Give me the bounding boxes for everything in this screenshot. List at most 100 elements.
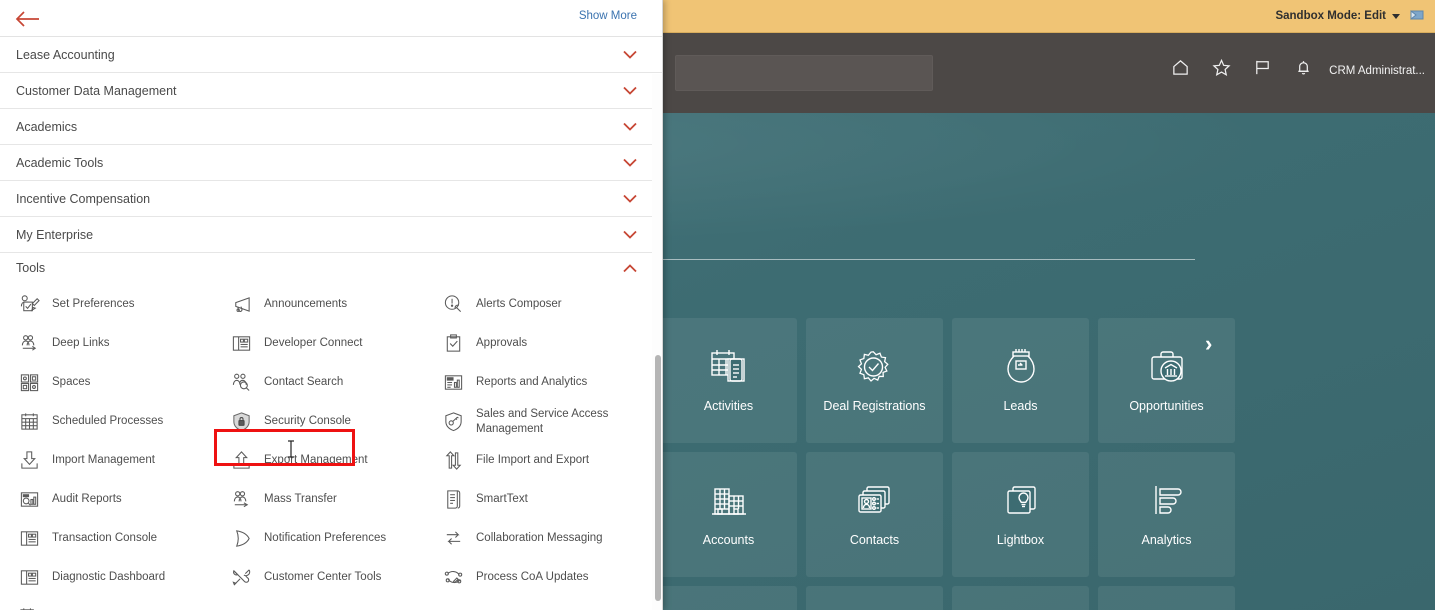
accordion-academics[interactable]: Academics — [0, 109, 663, 145]
tool-deep-links[interactable]: Deep Links — [14, 324, 226, 363]
chevron-down-icon[interactable] — [623, 230, 637, 239]
tool-spaces[interactable]: Spaces — [14, 363, 226, 402]
tool-label: Alerts Composer — [476, 297, 562, 311]
notifications-bell-icon[interactable] — [1294, 58, 1313, 77]
tile-row-3-partial — [660, 586, 1435, 610]
tool-label: Import Management — [52, 453, 155, 467]
tool-label: Contact Search — [264, 375, 343, 389]
tool-process-coa-updates[interactable]: Process CoA Updates — [438, 558, 654, 597]
tool-set-preferences[interactable]: Set Preferences — [14, 285, 226, 324]
tool-reports-and-analytics[interactable]: Reports and Analytics — [438, 363, 654, 402]
tool-scm-data-dictionary[interactable]: SCM Data Dictionary — [14, 597, 226, 610]
accordion-my-enterprise[interactable]: My Enterprise — [0, 217, 663, 253]
accordion-label: Tools — [16, 261, 45, 275]
accordion-lease-accounting[interactable]: Lease Accounting — [0, 37, 663, 73]
tile-activities[interactable]: Activities — [660, 318, 797, 443]
chevron-down-icon[interactable] — [1392, 14, 1400, 19]
arrows-up-down-icon — [442, 449, 465, 472]
chevron-right-icon[interactable]: › — [1205, 333, 1212, 355]
chevron-up-icon[interactable] — [623, 264, 637, 273]
tool-label: Sales and Service Access Management — [476, 407, 654, 436]
tool-audit-reports[interactable]: Audit Reports — [14, 480, 226, 519]
tool-sales-and-service-access-management[interactable]: Sales and Service Access Management — [438, 402, 654, 441]
chevron-down-icon[interactable] — [623, 86, 637, 95]
tool-import-management[interactable]: Import Management — [14, 441, 226, 480]
tile-lightbox[interactable]: Lightbox — [952, 452, 1089, 577]
chevron-down-icon[interactable] — [623, 158, 637, 167]
sandbox-mode-label[interactable]: Sandbox Mode: Edit — [1275, 10, 1386, 22]
jar-funnel-icon — [1000, 344, 1042, 390]
tool-diagnostic-dashboard[interactable]: Diagnostic Dashboard — [14, 558, 226, 597]
shield-lock-icon — [230, 410, 253, 433]
data-dictionary-icon — [18, 605, 41, 610]
panel-body: Lease Accounting Customer Data Managemen… — [0, 37, 663, 610]
accordion-customer-data-management[interactable]: Customer Data Management — [0, 73, 663, 109]
tile-partial-4[interactable] — [1098, 586, 1235, 610]
tile-leads[interactable]: Leads — [952, 318, 1089, 443]
tool-smarttext[interactable]: SmartText — [438, 480, 654, 519]
tool-mass-transfer[interactable]: Mass Transfer — [226, 480, 438, 519]
tile-deal-registrations[interactable]: Deal Registrations — [806, 318, 943, 443]
tool-export-management[interactable]: Export Management — [226, 441, 438, 480]
tool-label: Scheduled Processes — [52, 414, 163, 428]
tool-label: Transaction Console — [52, 531, 157, 545]
accordion-incentive-compensation[interactable]: Incentive Compensation — [0, 181, 663, 217]
tile-label: Analytics — [1141, 533, 1191, 549]
contact-search-icon — [230, 371, 253, 394]
chevron-down-icon[interactable] — [623, 194, 637, 203]
tool-approvals[interactable]: Approvals — [438, 324, 654, 363]
tool-notification-preferences[interactable]: Notification Preferences — [226, 519, 438, 558]
accordion-label: My Enterprise — [16, 228, 93, 242]
show-more-link[interactable]: Show More — [579, 10, 637, 22]
tool-developer-connect[interactable]: Developer Connect — [226, 324, 438, 363]
group-transfer-icon — [230, 488, 253, 511]
tool-label: SmartText — [476, 492, 528, 506]
panel-scrollbar-thumb[interactable] — [655, 355, 661, 601]
badge-check-icon — [854, 344, 896, 390]
tool-transaction-console[interactable]: Transaction Console — [14, 519, 226, 558]
user-menu[interactable]: CRM Administrat... — [1329, 65, 1425, 77]
navigator-flyout-panel: Show More Lease Accounting Customer Data… — [0, 0, 663, 610]
favorites-star-icon[interactable] — [1212, 58, 1231, 77]
tool-label: Reports and Analytics — [476, 375, 587, 389]
clipboard-check-icon — [442, 332, 465, 355]
tile-contacts[interactable]: Contacts — [806, 452, 943, 577]
accordion-label: Incentive Compensation — [16, 192, 150, 206]
tool-label: Developer Connect — [264, 336, 362, 350]
accordion-label: Lease Accounting — [16, 48, 115, 62]
tool-collaboration-messaging[interactable]: Collaboration Messaging — [438, 519, 654, 558]
tile-opportunities[interactable]: Opportunities — [1098, 318, 1235, 443]
tools-wrench-icon — [230, 566, 253, 589]
home-icon[interactable] — [1171, 58, 1190, 77]
sandbox-flag-icon[interactable] — [1409, 9, 1425, 23]
tile-partial-2[interactable] — [806, 586, 943, 610]
flag-icon[interactable] — [1253, 58, 1272, 77]
tool-contact-search[interactable]: Contact Search — [226, 363, 438, 402]
tile-analytics[interactable]: Analytics — [1098, 452, 1235, 577]
tool-security-console[interactable]: Security Console — [226, 402, 438, 441]
tile-row-1: Activities Deal Registrations — [660, 318, 1435, 443]
search-input[interactable] — [675, 55, 933, 91]
panel-right-edge — [662, 0, 663, 610]
tool-label: Export Management — [264, 453, 368, 467]
group-link-icon — [18, 332, 41, 355]
developer-window-icon — [230, 332, 253, 355]
tool-label: Audit Reports — [52, 492, 122, 506]
tile-partial-1[interactable] — [660, 586, 797, 610]
chevron-down-icon[interactable] — [623, 50, 637, 59]
chevron-down-icon[interactable] — [623, 122, 637, 131]
tile-label: Activities — [704, 399, 753, 415]
tile-partial-3[interactable] — [952, 586, 1089, 610]
tool-scheduled-processes[interactable]: Scheduled Processes — [14, 402, 226, 441]
back-arrow-icon[interactable] — [15, 10, 41, 28]
accordion-label: Customer Data Management — [16, 84, 177, 98]
accordion-academic-tools[interactable]: Academic Tools — [0, 145, 663, 181]
tool-label: Deep Links — [52, 336, 110, 350]
tool-alerts-composer[interactable]: Alerts Composer — [438, 285, 654, 324]
tool-announcements[interactable]: Announcements — [226, 285, 438, 324]
tile-accounts[interactable]: Accounts — [660, 452, 797, 577]
tool-customer-center-tools[interactable]: Customer Center Tools — [226, 558, 438, 597]
tool-file-import-and-export[interactable]: File Import and Export — [438, 441, 654, 480]
accordion-tools[interactable]: Tools — [0, 253, 663, 283]
app-tiles-grid: Activities Deal Registrations — [660, 318, 1435, 610]
